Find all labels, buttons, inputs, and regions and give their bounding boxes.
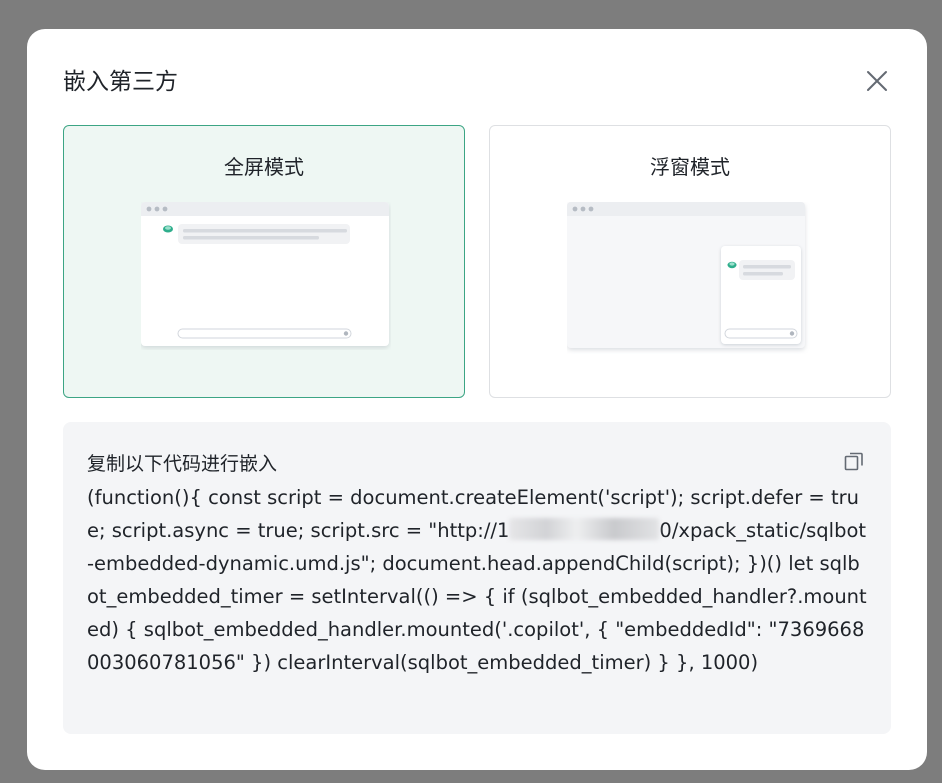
- close-button[interactable]: [865, 69, 889, 93]
- fullscreen-mode-card[interactable]: 全屏模式: [63, 125, 465, 398]
- fullscreen-preview-image: [141, 202, 389, 346]
- embed-code-text[interactable]: (function(){ const script = document.cre…: [87, 481, 867, 679]
- floating-mode-label: 浮窗模式: [650, 155, 730, 179]
- embed-dialog: 嵌入第三方 全屏模式 浮窗模式 复制以下代码进行嵌入 (function(){…: [27, 29, 927, 770]
- floating-mode-card[interactable]: 浮窗模式: [489, 125, 891, 398]
- copy-icon: [844, 452, 863, 471]
- copy-button[interactable]: [843, 450, 865, 472]
- embed-code-box: 复制以下代码进行嵌入 (function(){ const script = d…: [63, 422, 891, 734]
- code-text-part-2: 0/xpack_static/sqlbot-embedded-dynamic.u…: [87, 519, 867, 674]
- close-icon: [867, 71, 887, 91]
- redacted-ip-blur: [509, 518, 660, 540]
- fullscreen-mode-label: 全屏模式: [224, 155, 304, 179]
- code-heading: 复制以下代码进行嵌入: [87, 453, 278, 475]
- floating-preview-image: [567, 202, 805, 348]
- dialog-title: 嵌入第三方: [63, 69, 178, 95]
